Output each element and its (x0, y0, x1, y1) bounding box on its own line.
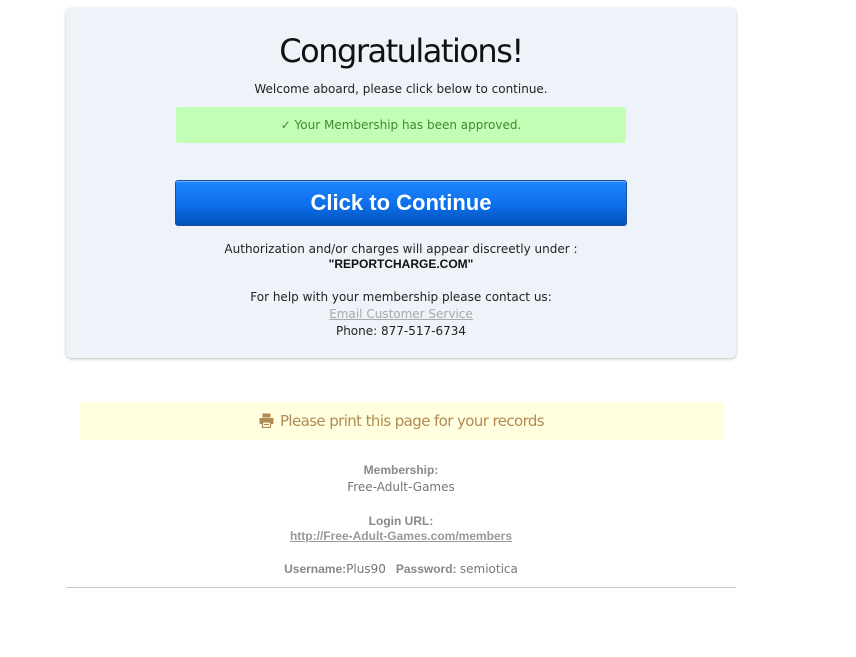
print-banner: Please print this page for your records (80, 402, 723, 440)
page-title: Congratulations! (279, 32, 524, 70)
print-message: Please print this page for your records (279, 412, 545, 430)
welcome-text: Welcome aboard, please click below to co… (254, 82, 548, 96)
credentials-row: Username:Plus90 Password: semiotica (66, 561, 736, 577)
auth-notice: Authorization and/or charges will appear… (224, 242, 578, 256)
membership-row: Membership: (66, 462, 736, 478)
approved-alert: ✓ Your Membership has been approved. (176, 107, 626, 143)
login-url-row: http://Free-Adult-Games.com/members (66, 528, 736, 544)
password-label: Password: (395, 562, 457, 576)
help-text: For help with your membership please con… (250, 290, 552, 304)
username-label: Username: (284, 562, 347, 576)
billing-descriptor: "REPORTCHARGE.COM" (328, 257, 474, 271)
email-customer-service-link[interactable]: Email Customer Service (329, 307, 473, 321)
phone-number: Phone: 877-517-6734 (335, 324, 467, 338)
username-value: Plus90 (346, 562, 386, 576)
printer-icon (259, 413, 274, 429)
membership-label: Membership: (363, 463, 439, 477)
confirmation-card: Congratulations! Welcome aboard, please … (66, 8, 736, 358)
continue-button[interactable]: Click to Continue (175, 180, 627, 226)
login-url-label: Login URL: (368, 514, 434, 528)
divider (66, 587, 736, 588)
membership-value: Free-Adult-Games (347, 480, 455, 494)
membership-value-row: Free-Adult-Games (66, 479, 736, 495)
email-link-row: Email Customer Service (66, 306, 736, 322)
login-row: Login URL: (66, 513, 736, 529)
login-url-link[interactable]: http://Free-Adult-Games.com/members (290, 529, 512, 543)
approved-message: ✓ Your Membership has been approved. (280, 118, 522, 132)
password-value: semiotica (459, 562, 518, 576)
